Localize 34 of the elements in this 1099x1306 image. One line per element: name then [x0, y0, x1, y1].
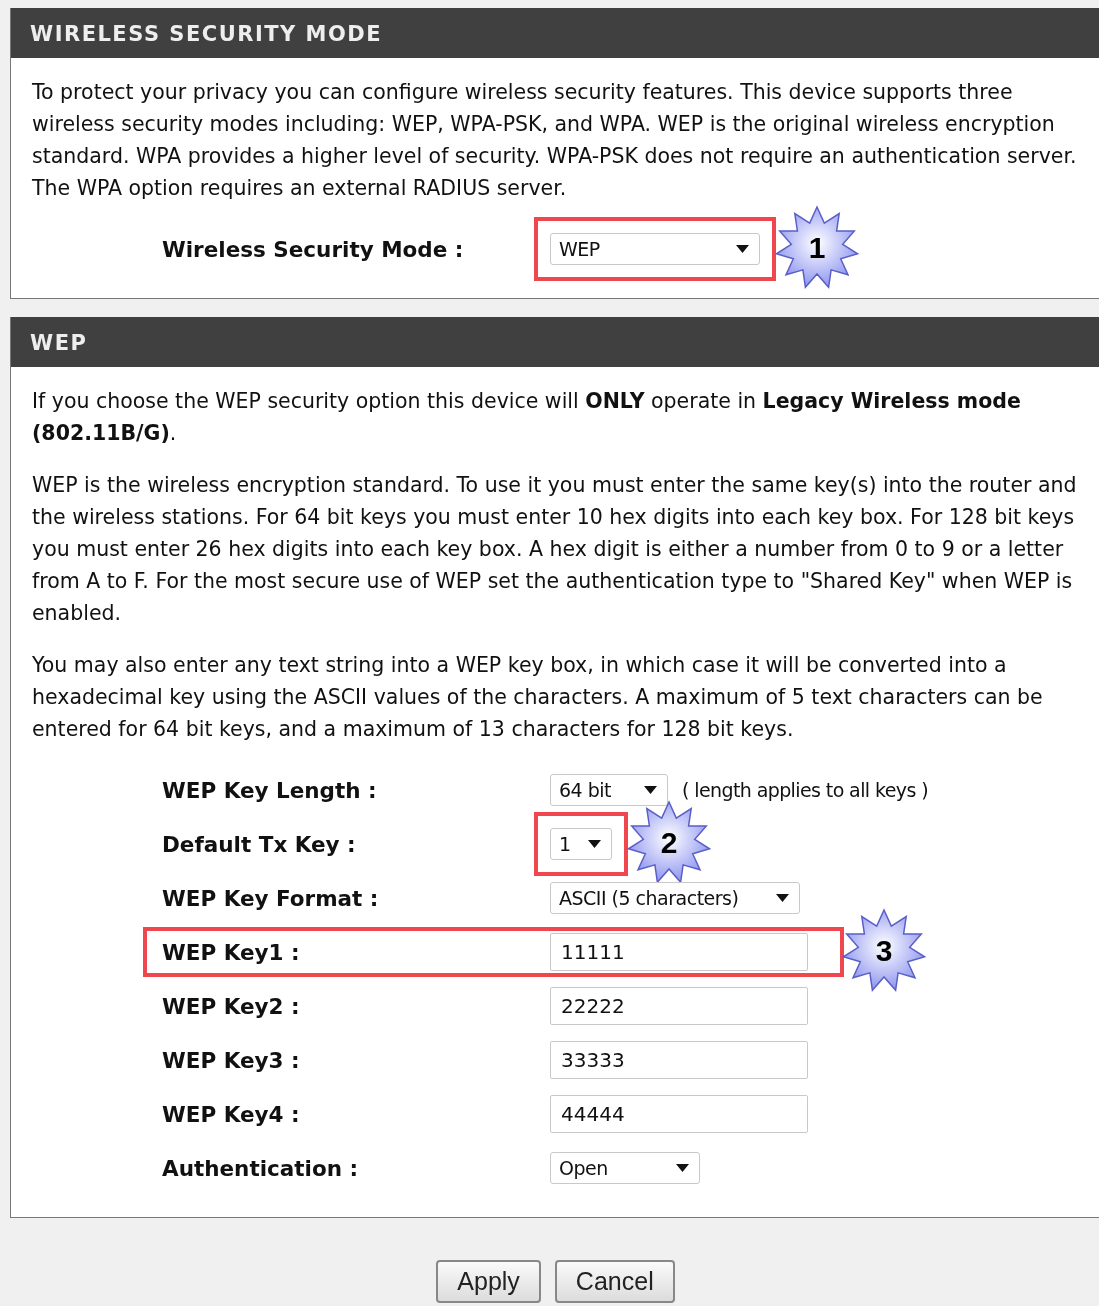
caret-icon	[776, 894, 789, 902]
dropdown[interactable]: WEP	[550, 233, 760, 265]
input-field[interactable]: 44444	[550, 1095, 808, 1133]
input-field[interactable]: 33333	[550, 1041, 808, 1079]
field-label: WEP Key1 :	[162, 939, 301, 965]
field-label: WEP Key Length :	[162, 777, 378, 803]
dropdown[interactable]: 1	[550, 828, 612, 860]
callout-badge: 3	[841, 908, 927, 994]
field-label: Default Tx Key :	[162, 831, 357, 857]
caret-icon	[676, 1164, 689, 1172]
description-text: If you choose the WEP security option this device will ONLY operate in Legacy Wireless mode (802.11B/G).	[32, 388, 1022, 447]
caret-icon	[588, 840, 601, 848]
field-label: WEP Key3 :	[162, 1047, 301, 1073]
field-label: Authentication :	[162, 1155, 360, 1181]
input-field[interactable]: 22222	[550, 987, 808, 1025]
caret-icon	[644, 786, 657, 794]
description-text: WEP is the wireless encryption standard. To use it you must enter the same key(s) into the router and the wireless stations. For 64 bit keys you must enter 10 hex digits into each key box. For 128 bit keys you must enter 26 hex digits into each key box. A hex digit is either a number from 0 to 9 or a letter from A to F. For the most secure use of WEP set the authentication type to "Shared Key" when WEP is enabled.	[32, 472, 1078, 627]
input-field[interactable]: 11111	[550, 933, 808, 971]
dropdown[interactable]: ASCII (5 characters)	[550, 882, 800, 914]
description-text: You may also enter any text string into a WEP key box, in which case it will be converted into a hexadecimal key using the ASCII values of the characters. A maximum of 5 text characters can be entered for 64 bit keys, and a maximum of 13 characters for 128 bit keys.	[32, 652, 1044, 743]
field-label: WEP Key2 :	[162, 993, 301, 1019]
section-header: WEP	[11, 317, 1099, 367]
section-header: WIRELESS SECURITY MODE	[11, 8, 1099, 58]
hint-text: ( length applies to all keys )	[682, 779, 928, 801]
action-button[interactable]: Apply	[436, 1260, 541, 1303]
callout-badge: 1	[774, 205, 860, 291]
field-label: WEP Key Format :	[162, 885, 380, 911]
field-label: WEP Key4 :	[162, 1101, 301, 1127]
field-label: Wireless Security Mode :	[162, 236, 465, 262]
caret-icon	[736, 245, 749, 253]
description-text: To protect your privacy you can configure wireless security features. This device supports three wireless security modes including: WEP, WPA-PSK, and WPA. WEP is the original wireless encryption standard. WPA provides a higher level of security. WPA-PSK does not require an authentication server. The WPA option requires an external RADIUS server.	[32, 79, 1078, 202]
action-button[interactable]: Cancel	[554, 1260, 675, 1303]
dropdown[interactable]: 64 bit	[550, 774, 668, 806]
dropdown[interactable]: Open	[550, 1152, 700, 1184]
